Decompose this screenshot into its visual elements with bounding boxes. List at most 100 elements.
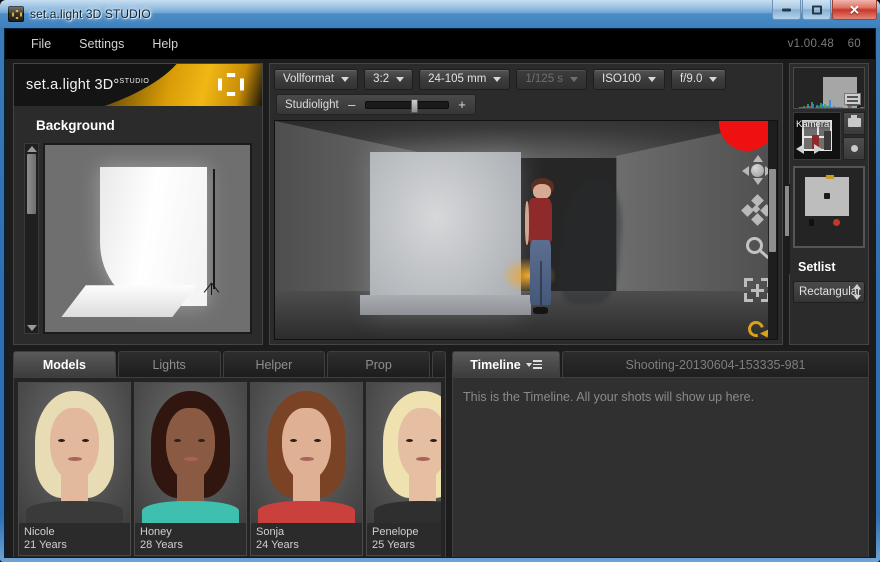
minimize-button[interactable]: [772, 0, 801, 20]
chevron-down-icon: [570, 76, 579, 82]
histogram-menu-icon[interactable]: [844, 93, 861, 106]
figure-shoes: [532, 307, 549, 315]
menu-item-file[interactable]: File: [17, 33, 65, 55]
focal-length-dropdown[interactable]: 24-105 mm: [419, 68, 511, 90]
model-card[interactable]: Penelope 25 Years: [366, 382, 441, 556]
right-sidebar: Kamera Setlist Rectangular: [784, 63, 869, 345]
model-name: Nicole: [24, 526, 55, 538]
thumb-shoulders: [373, 500, 441, 523]
thumb-face: [398, 408, 441, 481]
model-age: 25 Years: [372, 539, 415, 551]
backdrop-stand-foot: [197, 282, 227, 295]
topview-camera-marker: [833, 219, 841, 227]
setlist-title: Setlist: [798, 260, 836, 274]
histogram-bar: [837, 107, 840, 108]
title-bar[interactable]: set.a.light 3D STUDIO ✕: [0, 0, 880, 28]
model-caption: Sonja 24 Years: [251, 523, 362, 555]
studiolight-decrease-button[interactable]: –: [347, 97, 357, 112]
model-card[interactable]: Honey 28 Years: [134, 382, 247, 556]
sidebar-scrollbar[interactable]: [784, 184, 790, 274]
library-panel: Models Lights Helper Prop Nicole 21 Years…: [13, 351, 446, 557]
menu-item-help[interactable]: Help: [138, 33, 192, 55]
scroll-up-icon[interactable]: [26, 146, 37, 152]
sensor-format-dropdown[interactable]: Vollformat: [274, 68, 359, 90]
viewport-panel: Vollformat 3:2 24-105 mm 1/125 s ISO100: [269, 63, 783, 345]
aperture-dropdown[interactable]: f/9.0: [671, 68, 727, 90]
setlist-item-label: Rectangular: [799, 286, 862, 298]
background-vertical-scrollbar[interactable]: [24, 143, 39, 334]
fps-counter: 60: [847, 38, 861, 50]
maximize-button[interactable]: [802, 0, 831, 20]
menu-bar: File Settings Help v1.00.48 60: [5, 29, 875, 59]
aspect-ratio-dropdown[interactable]: 3:2: [364, 68, 414, 90]
camera-label: Kamera: [796, 119, 830, 130]
shutter-speed-value: 1/125 s: [525, 73, 564, 85]
tab-overflow[interactable]: [432, 351, 446, 377]
scroll-thumb[interactable]: [27, 154, 36, 214]
iso-dropdown[interactable]: ISO100: [593, 68, 666, 90]
version-info: v1.00.48 60: [778, 38, 861, 50]
background-preview-image[interactable]: [43, 143, 252, 334]
chevron-down-icon: [648, 76, 657, 82]
tab-shooting-session[interactable]: Shooting-20130604-153335-981: [562, 351, 869, 377]
aperture-value: f/9.0: [680, 73, 703, 85]
thumb-face: [50, 408, 99, 481]
shutter-speed-dropdown[interactable]: 1/125 s: [516, 68, 588, 90]
tab-lights[interactable]: Lights: [117, 351, 221, 377]
set-topview[interactable]: [793, 166, 865, 248]
studiolight-increase-button[interactable]: +: [457, 97, 467, 112]
histogram-bar: [824, 105, 827, 108]
camera-preview-row: Kamera: [793, 112, 865, 160]
brand-logo-text: set.a.light 3D°STUDIO: [26, 77, 149, 93]
client-area: File Settings Help v1.00.48 60 set.a.lig…: [4, 28, 876, 558]
setlist-item-rectangular[interactable]: Rectangular: [793, 281, 865, 303]
figure-top: [528, 197, 552, 243]
orbit-pad-button[interactable]: [843, 137, 865, 160]
background-preview-wrap: [14, 143, 262, 344]
thumb-shoulders: [25, 500, 124, 523]
model-name: Honey: [140, 526, 172, 538]
thumb-neck: [293, 472, 320, 504]
studiolight-slider[interactable]: [364, 98, 449, 113]
model-card[interactable]: Sonja 24 Years: [250, 382, 363, 556]
thumb-neck: [61, 472, 88, 504]
model-thumbnail[interactable]: [251, 383, 362, 523]
thumb-face: [282, 408, 331, 481]
chevron-down-icon: [709, 76, 718, 82]
tab-prop[interactable]: Prop: [327, 351, 430, 377]
histogram-panel[interactable]: [793, 67, 865, 109]
tab-timeline-label: Timeline: [470, 357, 521, 372]
histogram-bar: [804, 106, 807, 108]
scroll-thumb[interactable]: [769, 168, 776, 252]
model-thumbnail[interactable]: [19, 383, 130, 523]
3d-viewport[interactable]: [274, 120, 778, 340]
slider-thumb[interactable]: [410, 98, 418, 113]
model-card[interactable]: Nicole 21 Years: [18, 382, 131, 556]
background-panel-title: Background: [36, 118, 115, 133]
close-button[interactable]: ✕: [832, 0, 877, 20]
histogram-bar: [808, 105, 811, 108]
camera-preview[interactable]: Kamera: [793, 112, 841, 160]
model-thumbnail[interactable]: [367, 383, 441, 523]
camera-icon-button[interactable]: [843, 112, 865, 135]
tab-timeline[interactable]: Timeline: [452, 351, 560, 377]
camera-switch-arrows-icon[interactable]: [796, 142, 822, 154]
background-panel: set.a.light 3D°STUDIO Background: [13, 63, 263, 345]
studiolight-slider-group[interactable]: Studiolight – +: [276, 94, 476, 115]
tab-helper[interactable]: Helper: [222, 351, 326, 377]
timeline-body[interactable]: This is the Timeline. All your shots wil…: [452, 377, 869, 557]
viewport-vertical-scrollbar[interactable]: [768, 121, 777, 339]
application-window: set.a.light 3D STUDIO ✕ File Settings He…: [0, 0, 880, 562]
tab-models[interactable]: Models: [13, 351, 116, 377]
timeline-menu-icon[interactable]: [525, 360, 542, 369]
model-figure[interactable]: [523, 177, 561, 315]
models-grid-container: Nicole 21 Years Honey 28 Years Sonja 24 Years…: [13, 377, 446, 557]
model-name: Sonja: [256, 526, 285, 538]
version-label: v1.00.48: [787, 38, 835, 50]
scroll-down-icon[interactable]: [26, 325, 37, 331]
menu-item-settings[interactable]: Settings: [65, 33, 138, 55]
chevron-down-icon: [493, 76, 502, 82]
sensor-format-value: Vollformat: [283, 73, 335, 85]
model-thumbnail[interactable]: [135, 383, 246, 523]
spinner-icon[interactable]: [853, 284, 862, 300]
